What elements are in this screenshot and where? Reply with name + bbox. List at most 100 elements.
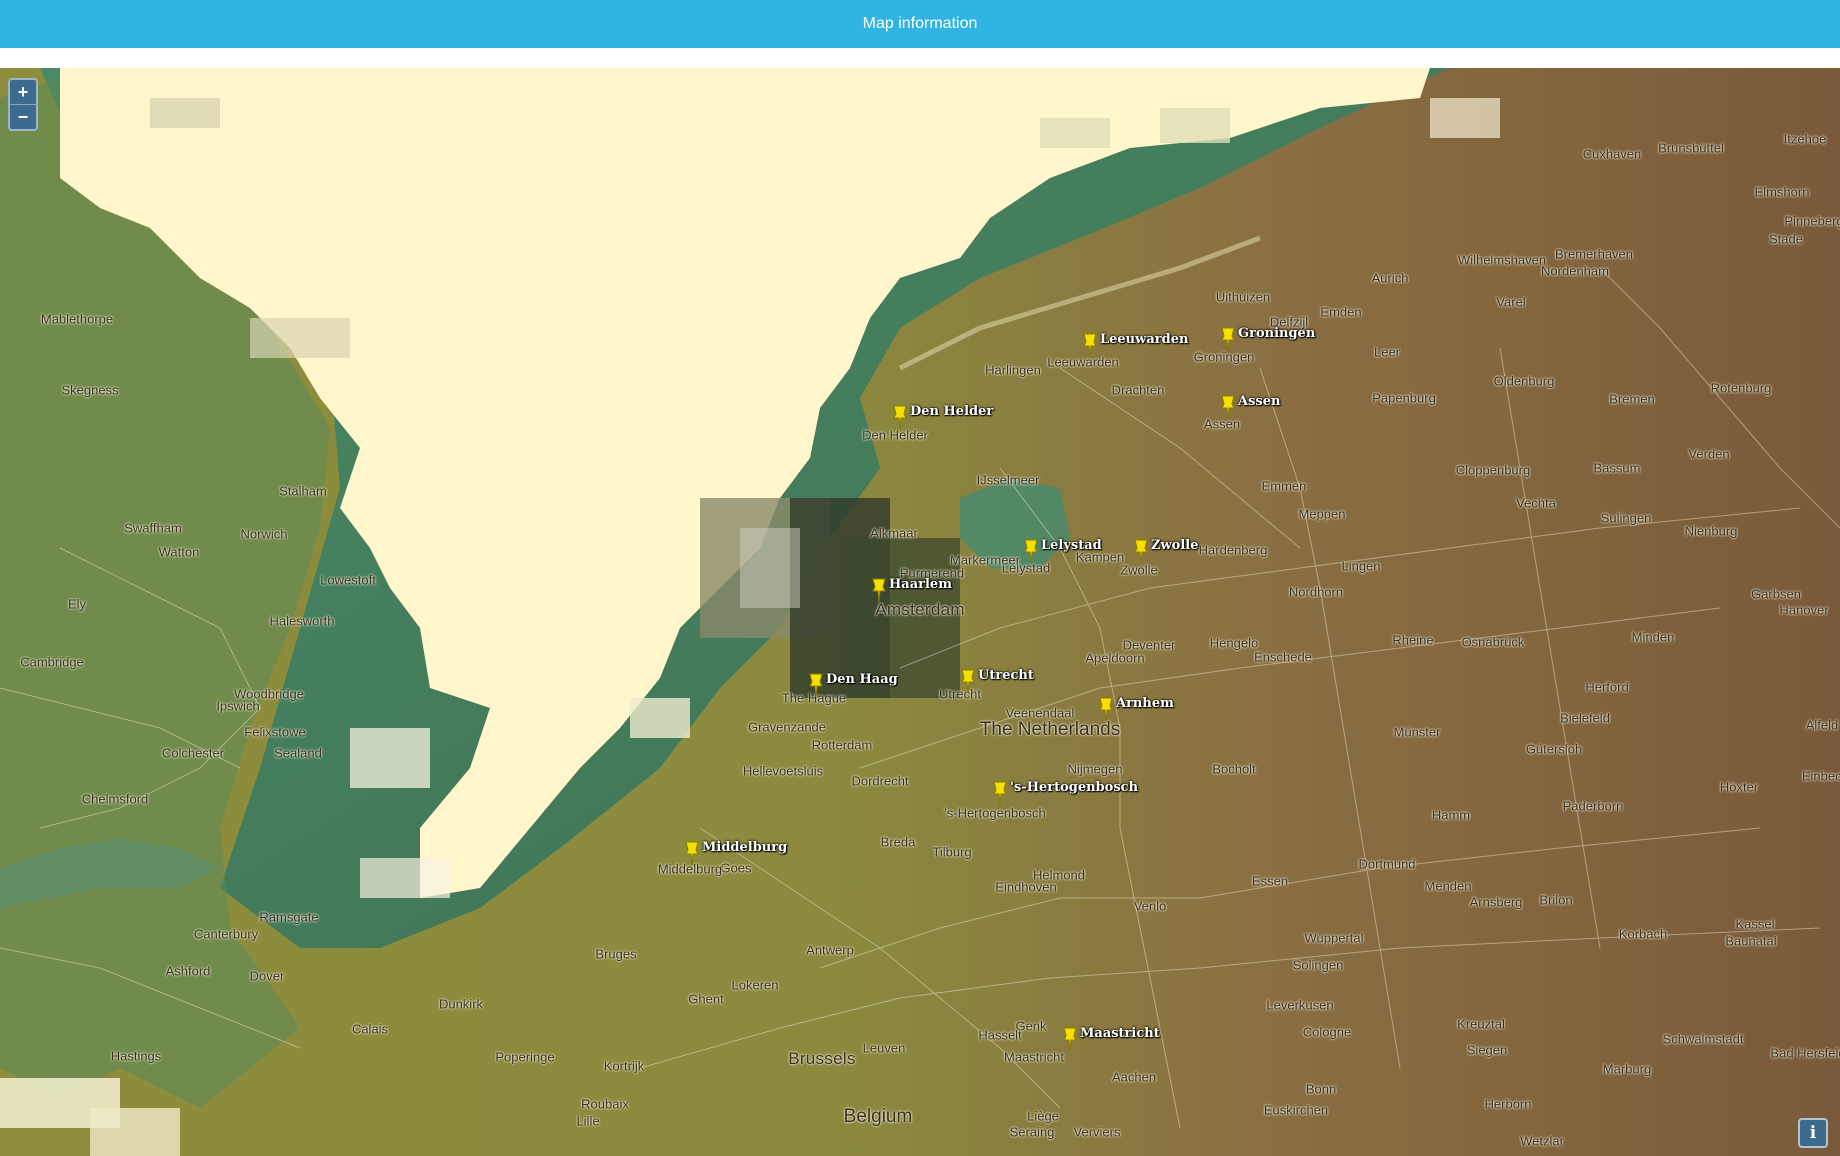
map-label-amsterdam: Amsterdam	[875, 600, 965, 619]
map-label-lille: Lille	[576, 1113, 600, 1129]
page-title: Map information	[862, 15, 978, 32]
map-label-pinneberg: Pinneberg	[1784, 213, 1840, 229]
map-label-vechta: Vechta	[1516, 495, 1556, 511]
map-label-baunatal: Baunatal	[1725, 933, 1777, 949]
zoom-control: + −	[8, 78, 38, 131]
map-label-brilon: Brilon	[1539, 892, 1573, 908]
map-label-rotterdam: Rotterdam	[811, 737, 873, 753]
map-label-sulingen: Sulingen	[1600, 510, 1652, 526]
map-label-markermeer: Markermeer	[949, 552, 1021, 568]
map-label-ely: Ely	[67, 596, 87, 612]
map-label-tilburg: Tilburg	[932, 844, 972, 860]
map-label-hellevoetsluis: Hellevoetsluis	[742, 763, 824, 779]
map-label-watton: Watton	[158, 544, 200, 560]
map-label-ashford: Ashford	[165, 963, 211, 979]
map-label-harlingen: Harlingen	[985, 362, 1041, 378]
map-label-wuppertal: Wuppertal	[1304, 930, 1364, 946]
pushpin-icon	[1134, 539, 1148, 564]
pushpin-icon	[961, 669, 975, 694]
map-label-uithuizen: Uithuizen	[1215, 289, 1271, 305]
map-label-lowestoft: Lowestoft	[320, 572, 376, 588]
map-label-belgium: Belgium	[843, 1106, 913, 1127]
map-label-schwalmstadt: Schwalmstadt	[1662, 1031, 1744, 1047]
map-label-munster: Münster	[1393, 724, 1441, 740]
map-label-wilhelmshaven: Wilhelmshaven	[1457, 252, 1547, 268]
map-label-zwolle-city: Zwolle	[1120, 562, 1158, 578]
pushpin-icon	[872, 578, 886, 603]
marker-label: Groningen	[1238, 326, 1316, 341]
map-label-lingen: Lingen	[1341, 558, 1381, 574]
map-label-minden: Minden	[1631, 629, 1675, 645]
map-label-siegen: Siegen	[1466, 1042, 1508, 1058]
marker-label: 's-Hertogenbosch	[1010, 780, 1139, 795]
map-label-aachen: Aachen	[1111, 1069, 1157, 1085]
map-label-kreuztal: Kreuztal	[1457, 1016, 1505, 1032]
map-label-breda: Breda	[880, 834, 916, 850]
map-viewport[interactable]: Amsterdam The Netherlands The Hague Rott…	[0, 68, 1840, 1156]
map-label-solingen: Solingen	[1292, 957, 1344, 973]
map-label-canterbury: Canterbury	[193, 926, 259, 942]
pushpin-icon	[685, 841, 699, 866]
map-label-ramsgate: Ramsgate	[259, 909, 319, 925]
map-label-woodbridge: Woodbridge	[234, 686, 304, 702]
map-label-venlo: Venlo	[1133, 898, 1167, 914]
map-label-alfeld: Alfeld	[1805, 717, 1839, 733]
map-label-dortmund: Dortmund	[1358, 856, 1416, 872]
map-label-hengelo: Hengelo	[1209, 635, 1259, 651]
map-label-stalham: Stalham	[279, 483, 327, 499]
map-label-enschede: Enschede	[1254, 649, 1312, 665]
map-label-antwerp: Antwerp	[806, 942, 854, 958]
map-label-marburg: Marburg	[1602, 1061, 1652, 1077]
map-label-bassum: Bassum	[1593, 460, 1641, 476]
map-label-apeldoorn: Apeldoorn	[1085, 650, 1145, 666]
pushpin-icon	[1221, 395, 1235, 420]
map-label-drachten: Drachten	[1111, 382, 1165, 398]
map-label-chelmsford: Chelmsford	[81, 791, 149, 807]
map-label-bremerhaven: Bremerhaven	[1554, 246, 1634, 262]
marker-label: Assen	[1238, 394, 1281, 409]
map-label-netherlands: The Netherlands	[979, 719, 1121, 740]
pushpin-icon	[1099, 697, 1113, 722]
map-label-hanover: Hanover	[1779, 602, 1829, 618]
pushpin-icon	[993, 781, 1007, 806]
map-label-swaffham: Swaffham	[124, 520, 182, 536]
pushpin-icon	[1221, 327, 1235, 352]
map-label-wetzlar: Wetzlar	[1520, 1133, 1564, 1149]
map-label-gutersloh: Gütersloh	[1525, 741, 1583, 757]
info-button[interactable]: i	[1798, 1118, 1828, 1148]
map-label-varel: Varel	[1496, 294, 1526, 310]
map-label-norwich: Norwich	[240, 526, 288, 542]
map-label-dordrecht: Dordrecht	[851, 773, 909, 789]
map-label-gravenzande: Gravenzande	[747, 719, 827, 735]
map-label-sealand: Sealand	[274, 745, 322, 761]
map-label-emmen: Emmen	[1261, 478, 1307, 494]
map-label-hertogenbosch-city: 's-Hertogenbosch	[944, 805, 1046, 821]
pushpin-icon	[893, 405, 907, 430]
map-label-liege: Liège	[1027, 1108, 1059, 1124]
map-label-nijmegen: Nijmegen	[1067, 761, 1123, 777]
map-label-rotenburg: Rotenburg	[1710, 380, 1772, 396]
map-label-lokeren: Lokeren	[731, 977, 779, 993]
pushpin-icon	[1024, 539, 1038, 564]
zoom-out-button[interactable]: −	[10, 104, 36, 129]
map-label-mablethorpe: Mablethorpe	[40, 311, 114, 327]
map-label-veenendaal: Veenendaal	[1005, 705, 1075, 721]
map-label-nienburg: Nienburg	[1684, 523, 1738, 539]
map-label-roubaix: Roubaix	[581, 1096, 629, 1112]
zoom-in-button[interactable]: +	[10, 80, 36, 104]
map-label-dunkirk: Dunkirk	[438, 996, 484, 1012]
marker-label: Maastricht	[1080, 1026, 1160, 1041]
marker-label: Middelburg	[702, 840, 788, 855]
map-label-emden: Emden	[1320, 304, 1362, 320]
marker-label: Den Helder	[910, 404, 994, 419]
pushpin-icon	[809, 673, 823, 698]
map-label-einbeck: Einbeck	[1801, 768, 1840, 784]
map-label-goes: Goes	[720, 860, 752, 876]
map-label-hardenberg: Hardenberg	[1198, 542, 1268, 558]
map-label-brussels: Brussels	[788, 1049, 856, 1068]
map-label-bonn: Bonn	[1305, 1081, 1337, 1097]
map-label-paderborn: Paderborn	[1562, 798, 1624, 814]
map-label-arnsberg: Arnsberg	[1469, 894, 1523, 910]
map-label-euskirchen: Euskirchen	[1263, 1102, 1329, 1118]
map-label-leuven: Leuven	[862, 1040, 906, 1056]
